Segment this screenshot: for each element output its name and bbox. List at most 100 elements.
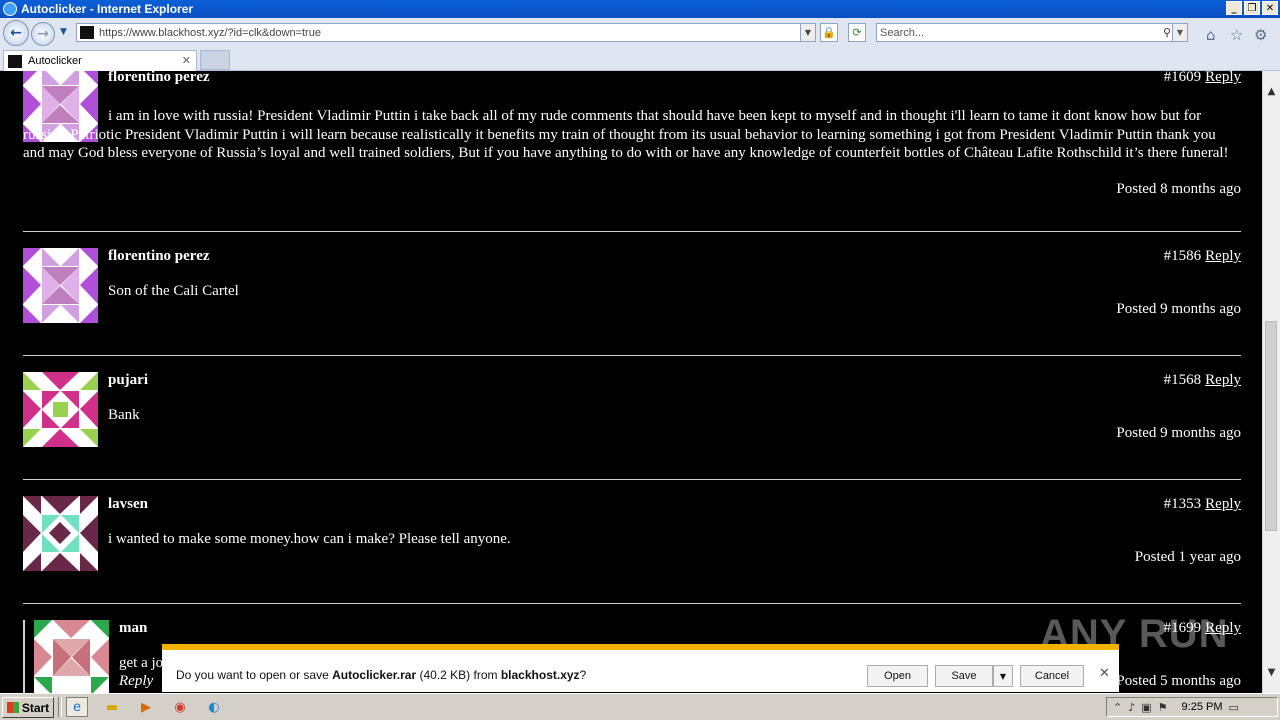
scroll-down-icon[interactable]: ▼ — [1263, 664, 1280, 681]
save-options-dropdown-icon[interactable]: ▼ — [993, 665, 1013, 687]
window-title-bar: Autoclicker - Internet Explorer _ ❐ ✕ — [0, 0, 1280, 18]
divider — [23, 231, 1241, 232]
save-button[interactable]: Save — [935, 665, 993, 687]
home-icon[interactable]: ⌂ — [1206, 26, 1216, 44]
comment-posted: Posted 5 months ago — [1116, 673, 1241, 689]
taskbar: Start e ▬ ▶ ◉ ◐ ⌃ ♪ ▣ ⚑ 9:25 PM ▭ — [0, 693, 1280, 720]
identicon-avatar — [23, 372, 98, 447]
gear-icon[interactable]: ⚙ — [1254, 26, 1267, 44]
reply-link[interactable]: Reply — [1205, 248, 1241, 264]
flag-icon[interactable]: ⚑ — [1158, 701, 1168, 714]
close-window-button[interactable]: ✕ — [1262, 1, 1278, 15]
search-placeholder: Search... — [880, 26, 925, 39]
close-tab-icon[interactable]: ✕ — [182, 54, 191, 67]
tray-arrow-icon[interactable]: ⌃ — [1113, 701, 1122, 714]
comment-text: i am in love with russia! President Vlad… — [23, 108, 1229, 161]
comment-number: #1568 — [1163, 372, 1202, 388]
comment-posted: Posted 9 months ago — [1116, 425, 1241, 441]
forward-button[interactable]: → — [31, 22, 55, 46]
comment-number: #1586 — [1163, 248, 1202, 264]
start-button[interactable]: Start — [2, 697, 54, 718]
identicon-avatar — [23, 248, 98, 323]
media-player-icon[interactable]: ▶ — [135, 697, 157, 717]
edge-icon[interactable]: ◐ — [203, 697, 225, 717]
download-suffix: ? — [579, 668, 587, 682]
reply-link[interactable]: Reply — [1205, 71, 1241, 85]
comment-author: pujari — [108, 372, 149, 388]
divider — [23, 479, 1241, 480]
download-host: blackhost.xyz — [500, 668, 580, 682]
tab-autoclicker[interactable]: Autoclicker ✕ — [3, 50, 197, 71]
address-bar[interactable]: https://www.blackhost.xyz/?id=clk&down=t… — [76, 23, 816, 42]
internet-explorer-icon — [3, 2, 17, 16]
divider — [23, 603, 1241, 604]
page-content: florentino perez #1609 Reply i am in love… — [0, 71, 1262, 693]
comment-author: man — [119, 620, 148, 636]
comment-author: florentino perez — [108, 71, 210, 85]
lock-icon[interactable]: 🔒 — [820, 23, 838, 42]
comment-text: i wanted to make some money.how can i ma… — [108, 531, 511, 547]
download-size: (40.2 KB) from — [416, 668, 501, 682]
new-tab-button[interactable] — [200, 50, 230, 70]
clock: 9:25 PM — [1181, 701, 1223, 713]
tab-row: Autoclicker ✕ — [0, 48, 1280, 71]
tab-favicon-icon — [8, 54, 22, 68]
comment-text: Son of the Cali Cartel — [108, 283, 239, 299]
reply-link[interactable]: Reply — [1205, 496, 1241, 512]
scroll-up-icon[interactable]: ▲ — [1263, 83, 1280, 100]
reply-thread-line — [23, 620, 25, 693]
download-prompt: Do you want to open or save Autoclicker.… — [176, 668, 586, 682]
internet-explorer-taskbar-icon[interactable]: e — [66, 697, 88, 717]
comment-posted: Posted 8 months ago — [1116, 181, 1241, 197]
comment-id: #1353 Reply — [1164, 496, 1241, 513]
comment-item: lavsen #1353 Reply i wanted to make some … — [23, 496, 1241, 576]
folder-icon[interactable]: ▬ — [101, 697, 123, 717]
download-notification-bar: Do you want to open or save Autoclicker.… — [162, 644, 1119, 692]
search-dropdown-icon[interactable]: ▼ — [1172, 24, 1187, 41]
cancel-button[interactable]: Cancel — [1020, 665, 1084, 687]
favorites-star-icon[interactable]: ☆ — [1230, 26, 1243, 44]
start-label: Start — [21, 700, 50, 715]
back-button[interactable]: ← — [3, 20, 29, 46]
address-url: https://www.blackhost.xyz/?id=clk&down=t… — [99, 26, 321, 39]
comment-posted: Posted 1 year ago — [1134, 549, 1241, 565]
divider — [23, 355, 1241, 356]
comment-text: Bank — [108, 407, 140, 423]
search-input[interactable]: Search... ⚲ ▼ — [876, 23, 1188, 42]
chrome-icon[interactable]: ◉ — [169, 697, 191, 717]
network-icon[interactable]: ▣ — [1141, 701, 1151, 714]
window-title: Autoclicker - Internet Explorer — [21, 2, 194, 16]
comment-item: florentino perez #1586 Reply Son of the C… — [23, 248, 1241, 328]
close-notification-icon[interactable]: ✕ — [1099, 666, 1110, 681]
show-desktop-icon[interactable]: ▭ — [1229, 701, 1239, 714]
reply-link[interactable]: Reply — [1205, 372, 1241, 388]
scroll-thumb[interactable] — [1265, 321, 1277, 531]
identicon-avatar — [34, 620, 109, 693]
download-filename: Autoclicker.rar — [332, 668, 417, 682]
download-prefix: Do you want to open or save — [176, 668, 333, 682]
vertical-scrollbar[interactable]: ▲ ▼ — [1262, 71, 1280, 693]
comment-author: lavsen — [108, 496, 149, 512]
history-dropdown-icon[interactable]: ▼ — [60, 27, 67, 37]
restore-button[interactable]: ❐ — [1244, 1, 1260, 15]
taskbar-separator — [58, 697, 62, 717]
inline-reply-link[interactable]: Reply — [119, 673, 153, 690]
identicon-avatar — [23, 496, 98, 571]
windows-logo-icon — [6, 702, 19, 713]
minimize-button[interactable]: _ — [1226, 1, 1242, 15]
comment-item: pujari #1568 Reply Bank Posted 9 months a… — [23, 372, 1241, 452]
comment-number: #1609 — [1163, 71, 1202, 85]
volume-icon[interactable]: ♪ — [1128, 701, 1135, 714]
comment-author: florentino perez — [108, 248, 210, 264]
site-favicon-icon — [80, 26, 94, 39]
comment-id: #1568 Reply — [1164, 372, 1241, 389]
tab-label: Autoclicker — [28, 55, 82, 67]
refresh-icon[interactable]: ⟳ — [848, 23, 866, 42]
comment-posted: Posted 9 months ago — [1116, 301, 1241, 317]
address-dropdown-icon[interactable]: ▼ — [800, 24, 815, 41]
comment-id: #1586 Reply — [1164, 248, 1241, 265]
navigation-bar: ← → ▼ https://www.blackhost.xyz/?id=clk&… — [0, 18, 1280, 48]
open-button[interactable]: Open — [867, 665, 928, 687]
search-icon[interactable]: ⚲ — [1163, 26, 1171, 39]
comment-id: #1609 Reply — [1164, 71, 1241, 86]
